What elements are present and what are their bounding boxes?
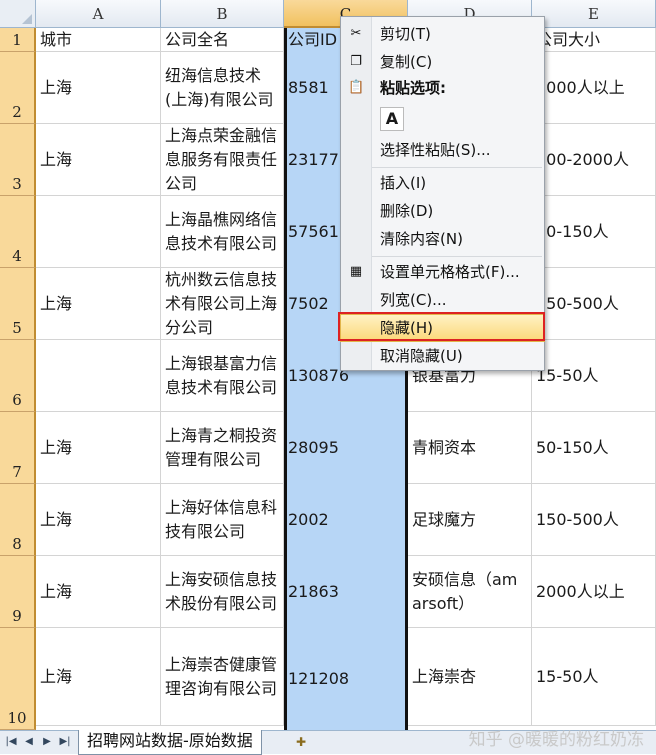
cell-e8[interactable]: 150-500人 <box>532 484 656 556</box>
insert-sheet-icon[interactable]: ✚ <box>290 733 312 751</box>
cell-a5[interactable]: 上海 <box>36 268 161 340</box>
menu-separator <box>372 256 542 257</box>
paste-values-button[interactable]: A <box>380 107 404 131</box>
menu-item-clear-contents[interactable]: 清除内容(N) <box>341 226 544 252</box>
cell-c8[interactable]: 2002 <box>284 484 408 556</box>
cell-d7[interactable]: 青桐资本 <box>408 412 532 484</box>
copy-icon: ❐ <box>350 54 362 69</box>
scissors-icon: ✂ <box>350 26 362 41</box>
cell-c9[interactable]: 21863 <box>284 556 408 628</box>
first-sheet-icon[interactable]: |◀ <box>4 735 18 749</box>
cell-e5[interactable]: 150-500人 <box>532 268 656 340</box>
row-header[interactable]: 10 <box>0 628 36 730</box>
cell-e7[interactable]: 50-150人 <box>532 412 656 484</box>
cell-a4[interactable] <box>36 196 161 268</box>
menu-item-delete[interactable]: 删除(D) <box>341 198 544 224</box>
cell-e10[interactable]: 15-50人 <box>532 628 656 726</box>
cell-b9[interactable]: 上海安硕信息技术股份有限公司 <box>161 556 284 628</box>
menu-item-paste-special[interactable]: 选择性粘贴(S)... <box>341 137 544 163</box>
row-header[interactable]: 5 <box>0 268 36 340</box>
menu-item-insert[interactable]: 插入(I) <box>341 170 544 196</box>
row-header[interactable]: 3 <box>0 124 36 196</box>
menu-item-unhide[interactable]: 取消隐藏(U) <box>341 343 544 369</box>
cell-b1[interactable]: 公司全名 <box>161 28 284 52</box>
cell-b5[interactable]: 杭州数云信息技术有限公司上海分公司 <box>161 268 284 340</box>
cell-e4[interactable]: 50-150人 <box>532 196 656 268</box>
cell-c7[interactable]: 28095 <box>284 412 408 484</box>
cell-e9[interactable]: 2000人以上 <box>532 556 656 628</box>
menu-item-paste-options: 📋 粘贴选项: <box>348 79 446 97</box>
cell-a10[interactable]: 上海 <box>36 628 161 726</box>
format-cells-icon: ▦ <box>349 264 363 279</box>
cell-a2[interactable]: 上海 <box>36 52 161 124</box>
cell-e6[interactable]: 15-50人 <box>532 340 656 412</box>
watermark: 知乎 @暖暖的粉红奶冻 <box>468 730 644 750</box>
cell-a1[interactable]: 城市 <box>36 28 161 52</box>
cell-b8[interactable]: 上海好体信息科技有限公司 <box>161 484 284 556</box>
cell-b2[interactable]: 纽海信息技术(上海)有限公司 <box>161 52 284 124</box>
prev-sheet-icon[interactable]: ◀ <box>22 735 36 749</box>
cell-b4[interactable]: 上海晶樵网络信息技术有限公司 <box>161 196 284 268</box>
column-header-a[interactable]: A <box>36 0 161 28</box>
row-header[interactable]: 2 <box>0 52 36 124</box>
row-header[interactable]: 1 <box>0 28 36 52</box>
menu-item-cut[interactable]: ✂ 剪切(T) <box>341 21 544 47</box>
row-header[interactable]: 4 <box>0 196 36 268</box>
menu-item-copy[interactable]: ❐ 复制(C) <box>341 49 544 75</box>
row-header[interactable]: 8 <box>0 484 36 556</box>
cell-e2[interactable]: 2000人以上 <box>532 52 656 124</box>
row-header[interactable]: 6 <box>0 340 36 412</box>
column-header-e[interactable]: E <box>532 0 656 28</box>
cell-a6[interactable] <box>36 340 161 412</box>
cell-a8[interactable]: 上海 <box>36 484 161 556</box>
cell-d9[interactable]: 安硕信息（amarsoft） <box>408 556 532 628</box>
cell-b7[interactable]: 上海青之桐投资管理有限公司 <box>161 412 284 484</box>
cell-d10[interactable]: 上海崇杏 <box>408 628 532 726</box>
cell-b6[interactable]: 上海银基富力信息技术有限公司 <box>161 340 284 412</box>
column-header-b[interactable]: B <box>161 0 284 28</box>
menu-item-column-width[interactable]: 列宽(C)... <box>341 287 544 313</box>
spreadsheet-grid: A B C D E 1 城市 公司全名 公司ID 公司大小 2 上海 纽海信息技… <box>0 0 656 730</box>
row-header[interactable]: 7 <box>0 412 36 484</box>
cell-a3[interactable]: 上海 <box>36 124 161 196</box>
sheet-tab[interactable]: 招聘网站数据-原始数据 <box>78 730 262 755</box>
cell-b3[interactable]: 上海点荣金融信息服务有限责任公司 <box>161 124 284 196</box>
menu-separator <box>372 167 542 168</box>
cell-b10[interactable]: 上海崇杏健康管理咨询有限公司 <box>161 628 284 726</box>
highlight-box <box>338 312 545 341</box>
next-sheet-icon[interactable]: ▶ <box>40 735 54 749</box>
select-all-corner[interactable] <box>0 0 36 28</box>
menu-item-format-cells[interactable]: ▦ 设置单元格格式(F)... <box>341 259 544 285</box>
cell-a7[interactable]: 上海 <box>36 412 161 484</box>
last-sheet-icon[interactable]: ▶| <box>58 735 72 749</box>
cell-c10[interactable]: 121208 <box>284 628 408 730</box>
clipboard-icon: 📋 <box>348 80 365 95</box>
row-header[interactable]: 9 <box>0 556 36 628</box>
cell-d8[interactable]: 足球魔方 <box>408 484 532 556</box>
cell-e1[interactable]: 公司大小 <box>532 28 656 52</box>
cell-a9[interactable]: 上海 <box>36 556 161 628</box>
cell-e3[interactable]: 500-2000人 <box>532 124 656 196</box>
